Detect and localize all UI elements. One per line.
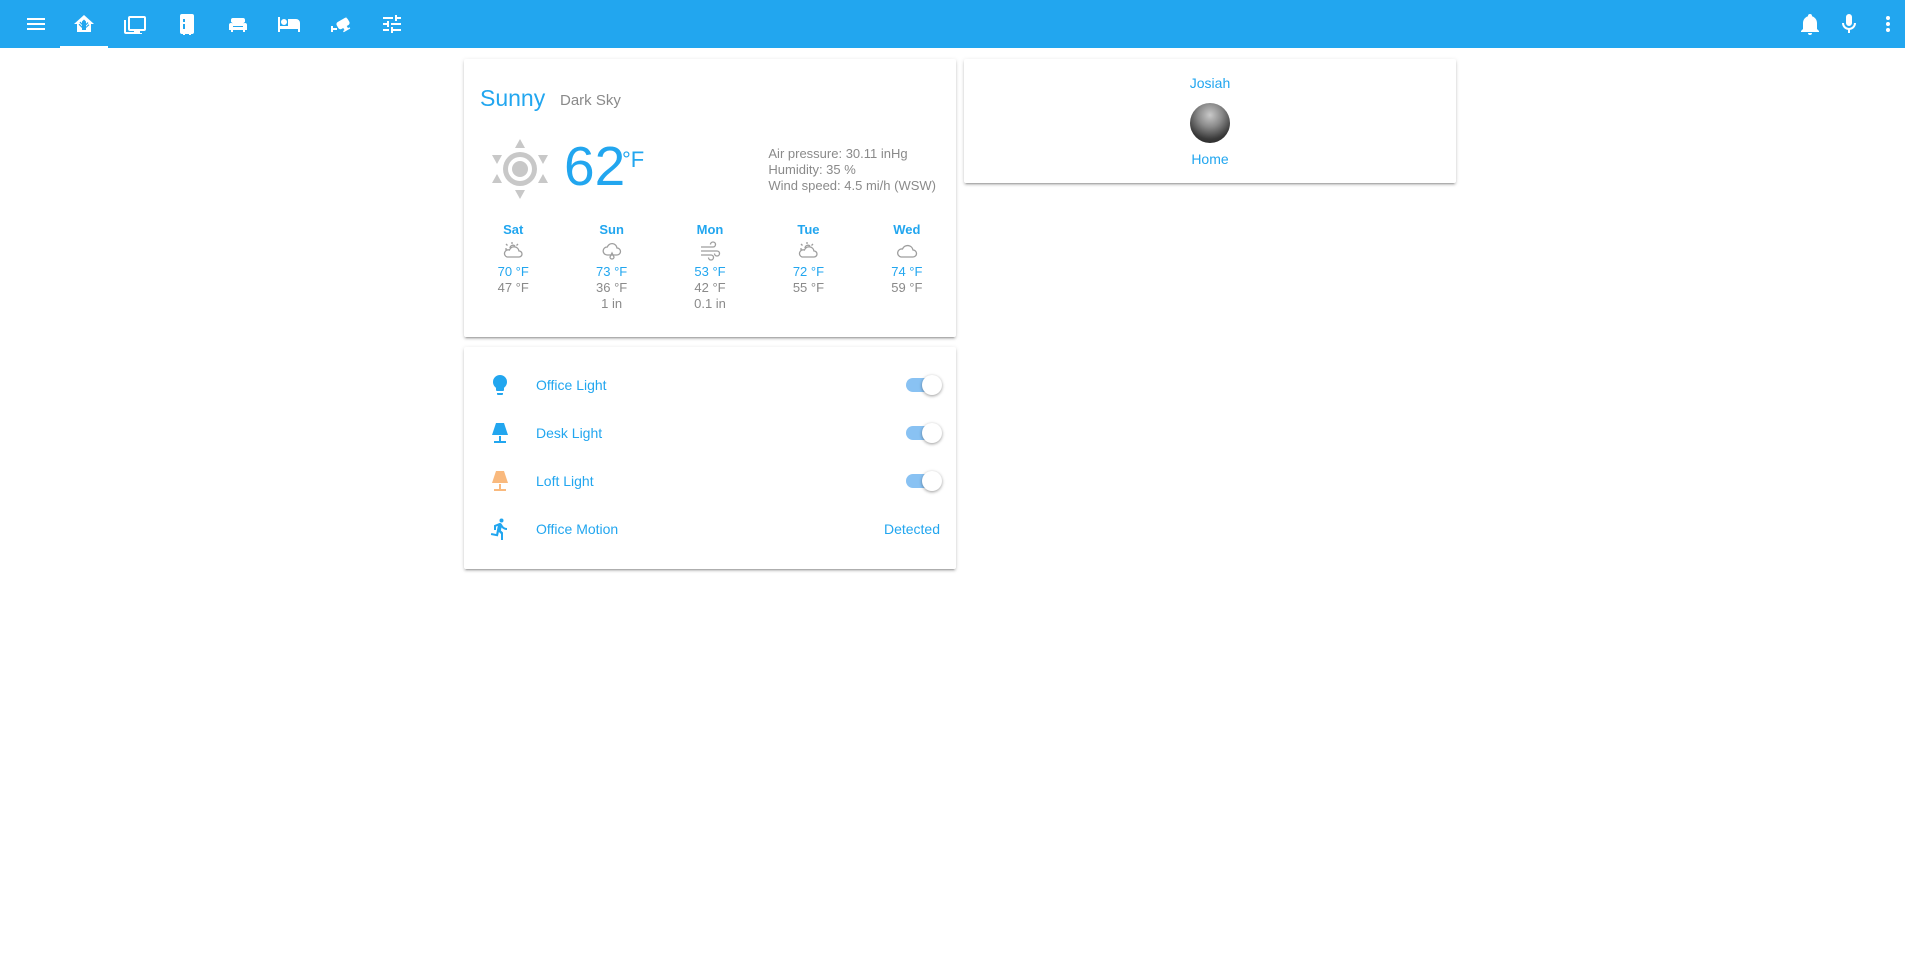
forecast-low: 47 °F	[497, 280, 529, 295]
loft-light-toggle[interactable]	[904, 471, 942, 491]
entity-label[interactable]: Desk Light	[536, 425, 602, 441]
cloudy-icon	[858, 238, 956, 264]
forecast-day-name: Mon	[696, 222, 724, 237]
humidity: Humidity: 35 %	[768, 162, 856, 177]
entities-card: Office Light Desk Light Loft Light Offic…	[464, 347, 956, 569]
entity-row-desk-light[interactable]: Desk Light	[464, 413, 956, 453]
toggle-thumb	[922, 423, 942, 443]
bed-icon[interactable]	[265, 0, 313, 48]
top-toolbar	[0, 0, 1905, 48]
cctv-icon[interactable]	[317, 0, 365, 48]
forecast-day: Wed 74 °F 59 °F	[858, 222, 956, 312]
forecast-day: Sun 73 °F 36 °F 1 in	[562, 222, 660, 312]
forecast-high: 70 °F	[497, 264, 529, 279]
forecast-day: Mon 53 °F 42 °F 0.1 in	[661, 222, 759, 312]
home-assistant-icon[interactable]	[60, 0, 108, 48]
avatar[interactable]	[1190, 103, 1230, 143]
entity-row-office-light[interactable]: Office Light	[464, 365, 956, 405]
person-state: Home	[1191, 151, 1229, 167]
lamp-icon[interactable]	[488, 421, 512, 445]
entity-label[interactable]: Office Motion	[536, 521, 618, 537]
weather-attributes: Air pressure: 30.11 inHg Humidity: 35 % …	[768, 146, 936, 194]
person-card[interactable]: Josiah Home	[964, 59, 1456, 183]
wind-speed: Wind speed: 4.5 mi/h (WSW)	[768, 178, 936, 193]
tune-icon[interactable]	[368, 0, 416, 48]
forecast-day: Sat 70 °F 47 °F	[464, 222, 562, 312]
weather-source: Dark Sky	[560, 92, 621, 109]
forecast-high: 53 °F	[694, 264, 726, 279]
forecast-day-name: Tue	[797, 222, 820, 237]
partly-cloudy-icon	[759, 238, 857, 264]
entity-label[interactable]: Loft Light	[536, 473, 594, 489]
forecast-day-name: Sun	[599, 222, 624, 237]
forecast-day: Tue 72 °F 55 °F	[759, 222, 857, 312]
toggle-thumb	[922, 375, 942, 395]
forecast-low: 55 °F	[792, 280, 825, 295]
entity-row-office-motion[interactable]: Office Motion Detected	[464, 509, 956, 549]
forecast-high: 72 °F	[792, 264, 825, 279]
forecast: Sat 70 °F 47 °F Sun 73 °F 36 °F 1 in Mon…	[464, 222, 956, 312]
temperature-unit: °F	[622, 147, 645, 172]
forecast-low: 42 °F	[694, 280, 726, 295]
air-pressure: Air pressure: 30.11 inHg	[768, 146, 908, 161]
forecast-high: 73 °F	[596, 264, 628, 279]
monitor-icon[interactable]	[111, 0, 159, 48]
weather-card[interactable]: Sunny Dark Sky 62 °F Air pressure: 30.11…	[464, 59, 956, 337]
toggle-thumb	[922, 471, 942, 491]
forecast-precipitation: 1 in	[601, 296, 623, 311]
forecast-precipitation: 0.1 in	[694, 296, 726, 311]
weather-condition: Sunny	[480, 85, 546, 111]
fridge-icon[interactable]	[163, 0, 211, 48]
forecast-high: 74 °F	[891, 264, 923, 279]
entity-label[interactable]: Office Light	[536, 377, 607, 393]
forecast-day-name: Wed	[893, 222, 921, 237]
entity-state: Detected	[883, 521, 940, 537]
wind-icon	[661, 238, 759, 264]
sofa-icon[interactable]	[214, 0, 262, 48]
office-light-toggle[interactable]	[904, 375, 942, 395]
current-temperature: 62	[564, 135, 626, 197]
forecast-low: 59 °F	[891, 280, 923, 295]
desk-light-toggle[interactable]	[904, 423, 942, 443]
active-tab-indicator	[60, 46, 108, 48]
forecast-day-name: Sat	[503, 222, 524, 237]
forecast-low: 36 °F	[596, 280, 628, 295]
run-icon[interactable]	[488, 517, 512, 541]
person-name: Josiah	[1189, 75, 1231, 91]
menu-icon[interactable]	[12, 0, 60, 48]
entity-row-loft-light[interactable]: Loft Light	[464, 461, 956, 501]
lightbulb-icon[interactable]	[488, 373, 512, 397]
rain-icon	[562, 238, 660, 264]
sunny-icon	[490, 139, 550, 199]
partly-cloudy-icon	[464, 238, 562, 264]
lamp-icon[interactable]	[488, 469, 512, 493]
dots-vertical-icon[interactable]	[1864, 0, 1905, 48]
